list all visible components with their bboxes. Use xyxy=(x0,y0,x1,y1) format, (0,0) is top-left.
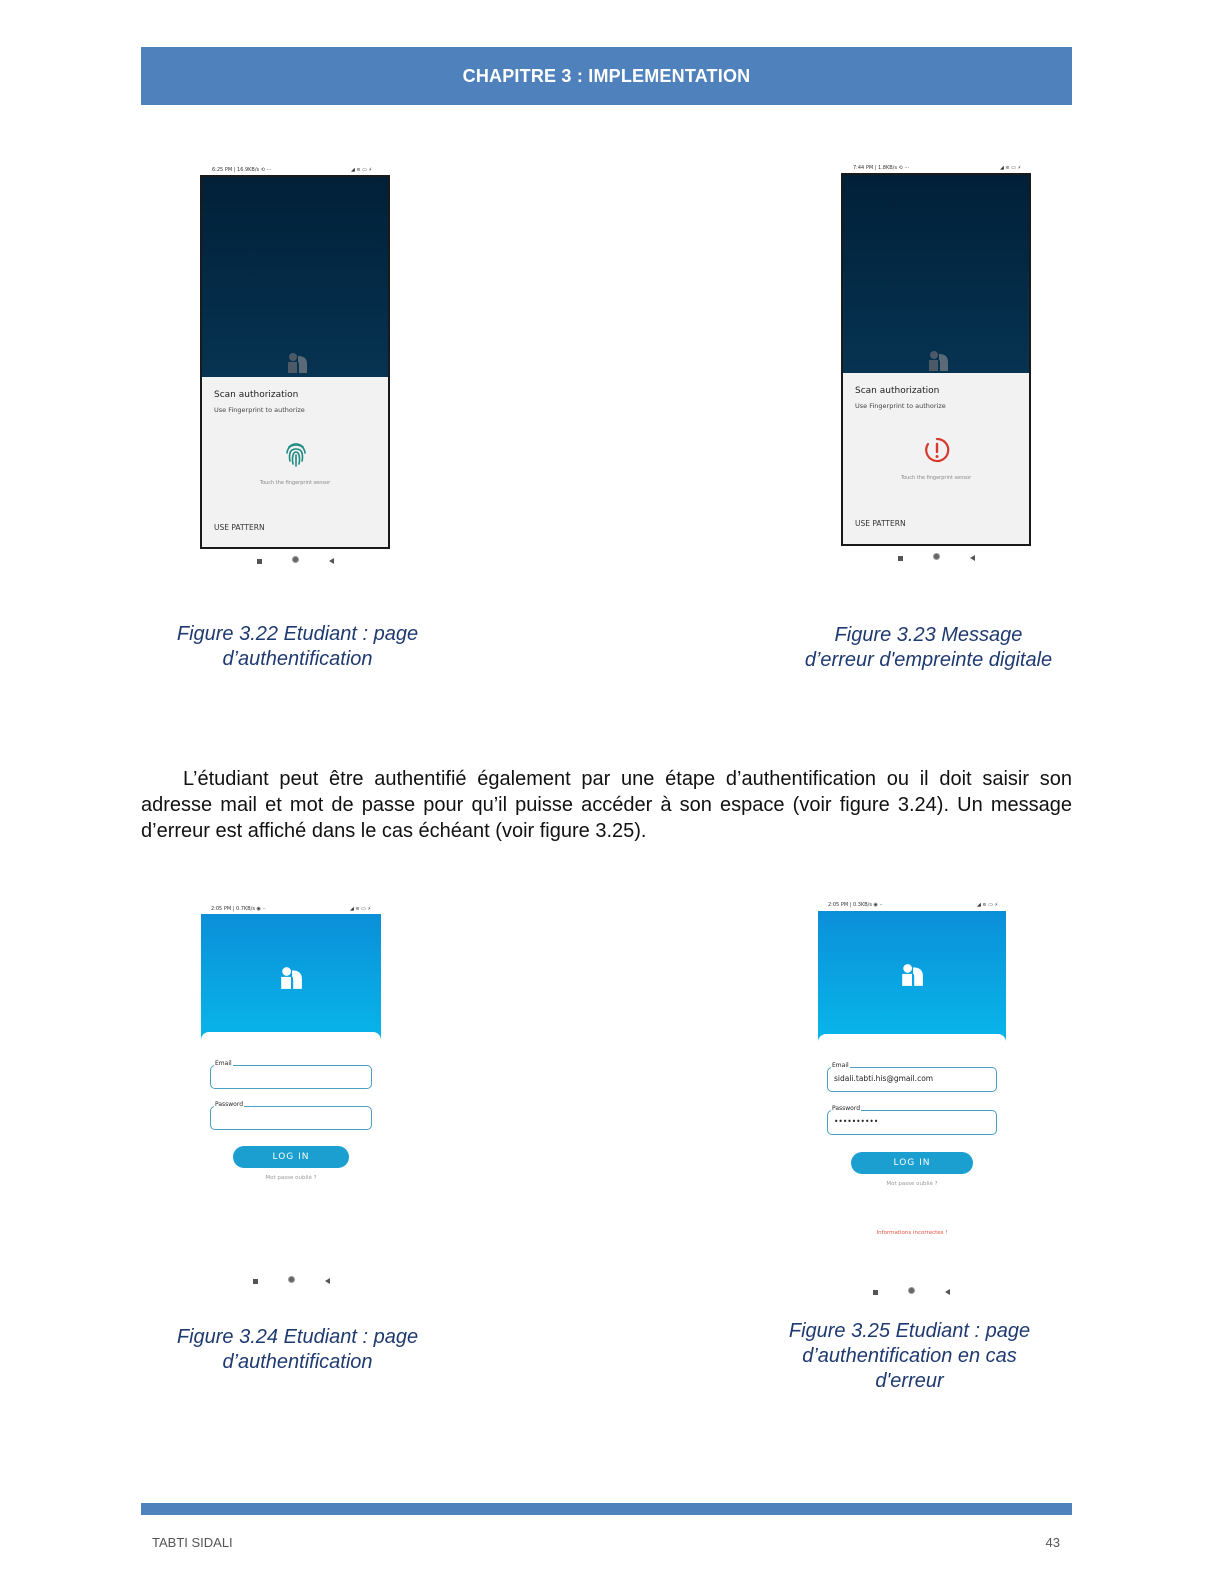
login-button[interactable]: LOG IN xyxy=(233,1146,349,1168)
login-card: Email sidali.tabti.his@gmail.com Passwor… xyxy=(818,1034,1006,1287)
login-header xyxy=(818,911,1006,1041)
chapter-header: CHAPITRE 3 : IMPLEMENTATION xyxy=(141,47,1072,105)
recent-apps-icon[interactable] xyxy=(252,1279,258,1284)
phone2-status-bar: 7:44 PM | 1.8KB/s ⟲ ··· ◢ ≋ ▭ ⚡ xyxy=(853,165,1021,171)
app-logo-icon xyxy=(902,964,923,986)
password-label: Password xyxy=(214,1101,245,1108)
caption-line: d’authentification xyxy=(222,1351,373,1373)
caption-line: Figure 3.25 Etudiant : page xyxy=(788,1320,1031,1342)
back-icon[interactable] xyxy=(944,1289,950,1295)
figure-caption-3-22: Figure 3.22 Etudiant : page d’authentifi… xyxy=(150,622,445,672)
status-icons: ◢ ≋ ▭ ⚡ xyxy=(999,165,1021,171)
phone3-status-bar: 2:05 PM | 0.7KB/s ◉ ·· ◢ ≋ ▭ ⚡ xyxy=(211,906,371,912)
back-icon[interactable] xyxy=(328,558,334,564)
back-icon[interactable] xyxy=(324,1278,330,1284)
status-time: 6:25 PM | 16.9KB/s ⟲ ··· xyxy=(212,167,272,173)
password-field[interactable]: Password •••••••••• xyxy=(827,1105,997,1135)
home-icon[interactable] xyxy=(287,1276,295,1283)
forgot-password-link[interactable]: Mot passe oublié ? xyxy=(201,1175,381,1181)
email-label: Email xyxy=(831,1062,850,1069)
footer-rule xyxy=(141,1503,1072,1515)
login-card: Email Password LOG IN Mot passe oublié ? xyxy=(201,1032,381,1297)
footer-author: TABTI SIDALI xyxy=(152,1535,233,1550)
caption-line: d’erreur d'empreinte digitale xyxy=(804,649,1053,671)
email-value: sidali.tabti.his@gmail.com xyxy=(834,1074,934,1083)
status-icons: ◢ ≋ ▭ ⚡ xyxy=(349,906,371,912)
app-logo-icon xyxy=(281,967,302,989)
phone4-status-bar: 2:05 PM | 0.3KB/s ◉ ·· ◢ ≋ ▭ ⚡ xyxy=(828,902,998,908)
login-header xyxy=(201,914,381,1042)
scan-dialog: Scan authorization Use Fingerprint to au… xyxy=(843,373,1029,544)
home-icon[interactable] xyxy=(907,1287,915,1294)
phone2-screen: Scan authorization Use Fingerprint to au… xyxy=(841,173,1031,546)
figure-caption-3-25: Figure 3.25 Etudiant : page d’authentifi… xyxy=(762,1319,1057,1394)
use-pattern-button[interactable]: USE PATTERN xyxy=(214,523,265,532)
back-icon[interactable] xyxy=(969,555,975,561)
phone1-nav-bar xyxy=(235,556,355,564)
forgot-password-link[interactable]: Mot passe oublié ? xyxy=(818,1181,1006,1187)
scan-dialog: Scan authorization Use Fingerprint to au… xyxy=(202,377,388,547)
password-field[interactable]: Password xyxy=(210,1101,372,1130)
email-label: Email xyxy=(214,1060,233,1067)
email-field[interactable]: Email sidali.tabti.his@gmail.com xyxy=(827,1062,997,1092)
phone3-nav-bar xyxy=(231,1276,351,1284)
caption-line: Figure 3.23 Message xyxy=(834,624,1023,646)
recent-apps-icon[interactable] xyxy=(897,556,903,561)
home-icon[interactable] xyxy=(932,553,940,560)
app-logo-icon xyxy=(288,353,307,373)
dialog-title: Scan authorization xyxy=(855,386,940,396)
phone1-status-bar: 6:25 PM | 16.9KB/s ⟲ ··· ◢ ≋ ▭ ⚡ xyxy=(212,167,372,173)
dialog-subtitle: Use Fingerprint to authorize xyxy=(214,406,305,414)
page-number: 43 xyxy=(1045,1535,1060,1550)
status-time: 7:44 PM | 1.8KB/s ⟲ ··· xyxy=(853,165,910,171)
recent-apps-icon[interactable] xyxy=(872,1290,878,1295)
use-pattern-button[interactable]: USE PATTERN xyxy=(855,519,906,528)
phone1-screen: Scan authorization Use Fingerprint to au… xyxy=(200,175,390,549)
home-icon[interactable] xyxy=(291,556,299,563)
caption-line: Figure 3.22 Etudiant : page xyxy=(176,623,419,645)
error-message: Informations incorrectes ! xyxy=(876,1230,948,1236)
phone4-nav-bar xyxy=(851,1287,971,1295)
figure-caption-3-24: Figure 3.24 Etudiant : page d’authentifi… xyxy=(150,1325,445,1375)
caption-line: d’authentification en cas xyxy=(802,1345,1017,1367)
chapter-title: CHAPITRE 3 : IMPLEMENTATION xyxy=(462,65,751,86)
paragraph-text: L’étudiant peut être authentifié égaleme… xyxy=(141,768,1072,842)
status-icons: ◢ ≋ ▭ ⚡ xyxy=(976,902,998,908)
dialog-subtitle: Use Fingerprint to authorize xyxy=(855,402,946,410)
login-button[interactable]: LOG IN xyxy=(851,1152,973,1174)
phone2-nav-bar xyxy=(876,553,996,561)
dialog-title: Scan authorization xyxy=(214,390,299,400)
status-icons: ◢ ≋ ▭ ⚡ xyxy=(350,167,372,173)
status-time: 2:05 PM | 0.7KB/s ◉ ·· xyxy=(211,906,266,912)
app-logo-icon xyxy=(929,351,948,371)
status-time: 2:05 PM | 0.3KB/s ◉ ·· xyxy=(828,902,883,908)
fingerprint-hint: Touch the fingerprint sensor xyxy=(259,480,331,486)
fingerprint-hint: Touch the fingerprint sensor xyxy=(900,475,972,481)
fingerprint-icon[interactable] xyxy=(285,441,307,467)
email-field[interactable]: Email xyxy=(210,1060,372,1089)
caption-line: Figure 3.24 Etudiant : page xyxy=(176,1326,419,1348)
caption-line: d'erreur xyxy=(875,1370,944,1392)
password-label: Password xyxy=(831,1105,862,1112)
recent-apps-icon[interactable] xyxy=(256,559,262,564)
phone3-screen: 2:05 PM | 0.7KB/s ◉ ·· ◢ ≋ ▭ ⚡ Email Pas… xyxy=(201,902,381,1297)
caption-line: d’authentification xyxy=(222,648,373,670)
error-alert-icon xyxy=(925,437,950,463)
password-value: •••••••••• xyxy=(834,1117,879,1126)
figure-caption-3-23: Figure 3.23 Message d’erreur d'empreinte… xyxy=(780,623,1077,673)
phone4-screen: 2:05 PM | 0.3KB/s ◉ ·· ◢ ≋ ▭ ⚡ Email sid… xyxy=(818,897,1006,1287)
body-paragraph: L’étudiant peut être authentifié égaleme… xyxy=(141,766,1072,844)
